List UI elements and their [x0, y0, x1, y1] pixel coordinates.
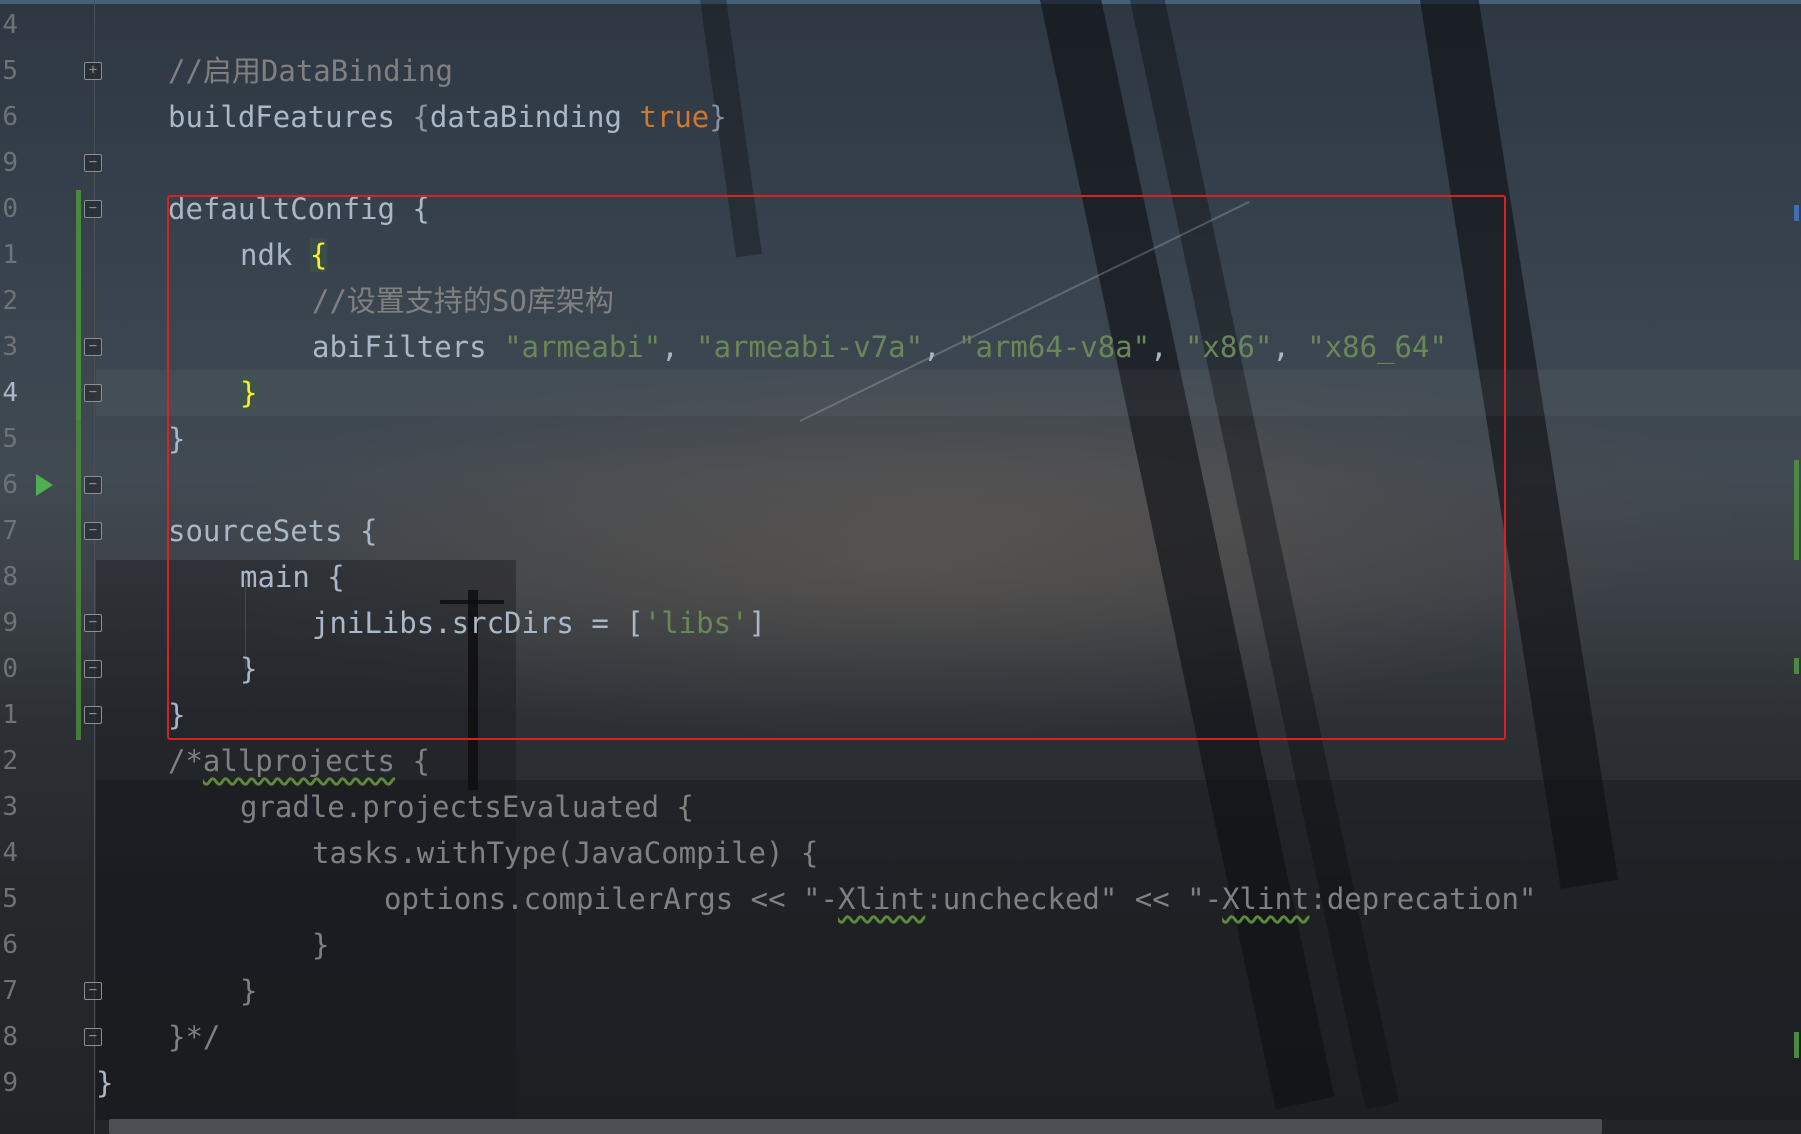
- code-line[interactable]: }: [312, 922, 329, 968]
- line-number[interactable]: 9: [0, 140, 18, 186]
- line-number[interactable]: 2: [0, 278, 18, 324]
- line-number[interactable]: 2: [0, 738, 18, 784]
- line-number[interactable]: 3: [0, 784, 18, 830]
- line-number[interactable]: 6: [0, 922, 18, 968]
- vcs-change-marker[interactable]: [76, 190, 81, 420]
- error-stripe-marker[interactable]: [1794, 460, 1799, 560]
- error-stripe-marker[interactable]: [1794, 1032, 1799, 1058]
- code-line[interactable]: tasks.withType(JavaCompile) {: [312, 830, 818, 876]
- line-number[interactable]: 9: [0, 600, 18, 646]
- code-line[interactable]: options.compilerArgs << "-Xlint:unchecke…: [384, 876, 1536, 922]
- code-token: }: [312, 928, 330, 962]
- code-token: :deprecation": [1309, 882, 1537, 916]
- line-number[interactable]: 6: [0, 462, 18, 508]
- line-number[interactable]: 1: [0, 692, 18, 738]
- line-number[interactable]: 5: [0, 48, 18, 94]
- line-number[interactable]: 0: [0, 646, 18, 692]
- code-token: Xlint: [1222, 882, 1310, 916]
- code-editor[interactable]: 456901234567890123456789 + − − − − − − − − − − − //…: [0, 0, 1801, 1134]
- code-token: {: [412, 100, 430, 134]
- code-token: Xlint: [837, 882, 926, 916]
- line-number[interactable]: 0: [0, 186, 18, 232]
- line-number[interactable]: 5: [0, 416, 18, 462]
- line-number[interactable]: 7: [0, 968, 18, 1014]
- error-stripe-marker[interactable]: [1794, 658, 1799, 674]
- line-number[interactable]: 9: [0, 1060, 18, 1106]
- run-icon[interactable]: [36, 474, 53, 496]
- code-token: tasks.withType(JavaCompile) {: [312, 836, 819, 870]
- vcs-change-marker[interactable]: [76, 420, 81, 740]
- code-token: dataBinding: [429, 100, 640, 134]
- line-number[interactable]: 4: [0, 370, 18, 416]
- code-line[interactable]: /*allprojects {: [168, 738, 430, 784]
- code-line[interactable]: }: [96, 1060, 113, 1106]
- line-number[interactable]: 3: [0, 324, 18, 370]
- code-token: }: [240, 974, 258, 1008]
- code-token: gradle.projectsEvaluated {: [240, 790, 694, 824]
- code-token: }*/: [168, 1020, 221, 1054]
- code-line[interactable]: gradle.projectsEvaluated {: [240, 784, 694, 830]
- code-token: allprojects: [202, 744, 395, 778]
- horizontal-scrollbar[interactable]: [109, 1119, 1602, 1134]
- code-token: options.compilerArgs << "-: [384, 882, 838, 916]
- line-number[interactable]: 5: [0, 876, 18, 922]
- code-line[interactable]: }: [240, 968, 257, 1014]
- code-token: /*: [168, 744, 203, 778]
- line-number[interactable]: 7: [0, 508, 18, 554]
- gutter[interactable]: 456901234567890123456789 + − − − − − − − − − − −: [0, 0, 102, 1134]
- code-token: {: [394, 744, 430, 778]
- line-number[interactable]: 8: [0, 1014, 18, 1060]
- code-token: //启用DataBinding: [168, 54, 453, 88]
- code-token: buildFeatures: [168, 100, 413, 134]
- annotation-highlight-box: [167, 195, 1506, 740]
- code-line[interactable]: }*/: [168, 1014, 220, 1060]
- line-number[interactable]: 6: [0, 94, 18, 140]
- line-number[interactable]: 1: [0, 232, 18, 278]
- line-number[interactable]: 8: [0, 554, 18, 600]
- line-number[interactable]: 4: [0, 830, 18, 876]
- error-stripe-marker[interactable]: [1794, 205, 1799, 221]
- code-line[interactable]: //启用DataBinding: [168, 48, 453, 94]
- code-line[interactable]: buildFeatures {dataBinding true}: [168, 94, 727, 140]
- line-number[interactable]: 4: [0, 2, 18, 48]
- code-token: }: [709, 100, 727, 134]
- code-token: true: [639, 100, 710, 134]
- code-token: }: [96, 1066, 114, 1100]
- code-token: :unchecked" << "-: [925, 882, 1223, 916]
